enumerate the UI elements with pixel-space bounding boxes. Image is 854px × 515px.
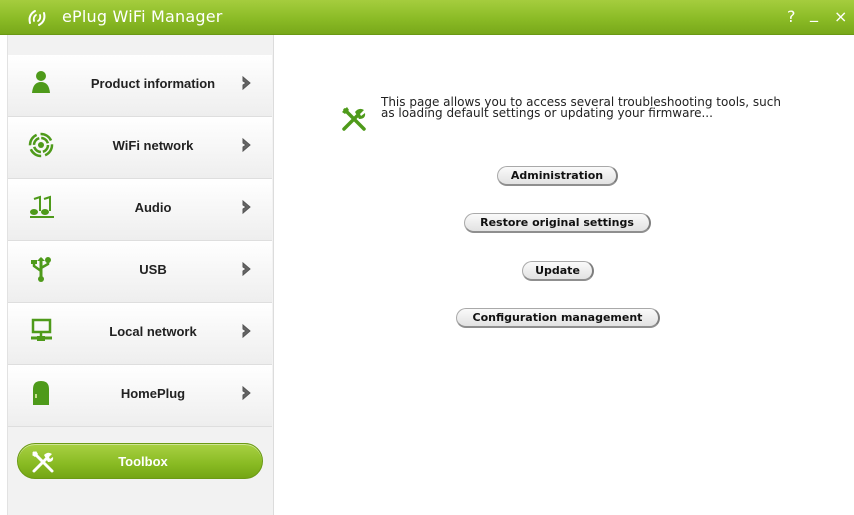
close-button[interactable]: ×	[834, 7, 847, 26]
chevron-right-icon	[240, 383, 254, 403]
sidebar-item-toolbox[interactable]: Toolbox	[17, 443, 263, 479]
sidebar: Product information WiFi network Audio U…	[7, 35, 274, 515]
sidebar-item-audio[interactable]: Audio	[8, 179, 272, 241]
chevron-right-icon	[240, 259, 254, 279]
homeplug-icon	[28, 379, 56, 407]
usb-icon	[28, 255, 56, 283]
sidebar-item-label: HomePlug	[120, 386, 186, 401]
wifi-icon	[28, 131, 56, 159]
title-bar: ePlug WiFi Manager ? _ ×	[0, 0, 854, 35]
sidebar-item-label: Product information	[90, 76, 216, 91]
sidebar-item-label: Local network	[109, 324, 197, 339]
sidebar-item-label: USB	[139, 262, 167, 277]
sidebar-item-label: Audio	[134, 200, 172, 215]
app-title: ePlug WiFi Manager	[62, 7, 223, 26]
sidebar-item-local-network[interactable]: Local network	[8, 303, 272, 365]
wifi-logo-icon	[26, 7, 48, 29]
person-icon	[28, 69, 56, 97]
chevron-right-icon	[240, 197, 254, 217]
sidebar-item-homeplug[interactable]: HomePlug	[8, 365, 272, 427]
music-notes-icon	[28, 193, 56, 221]
help-button[interactable]: ?	[787, 7, 796, 26]
configuration-management-button[interactable]: Configuration management	[456, 308, 660, 328]
update-button[interactable]: Update	[522, 261, 594, 281]
tools-icon	[30, 449, 56, 475]
minimize-button[interactable]: _	[810, 3, 818, 22]
tools-icon	[340, 105, 368, 133]
chevron-right-icon	[240, 135, 254, 155]
chevron-right-icon	[240, 73, 254, 93]
sidebar-item-wifi-network[interactable]: WiFi network	[8, 117, 272, 179]
administration-button[interactable]: Administration	[497, 166, 618, 186]
page-description: This page allows you to access several t…	[381, 95, 781, 120]
restore-original-settings-button[interactable]: Restore original settings	[464, 213, 651, 233]
sidebar-item-label: Toolbox	[118, 454, 168, 469]
sidebar-item-label: WiFi network	[112, 138, 194, 153]
sidebar-item-usb[interactable]: USB	[8, 241, 272, 303]
chevron-right-icon	[240, 321, 254, 341]
computer-network-icon	[28, 317, 56, 345]
sidebar-item-product-information[interactable]: Product information	[8, 55, 272, 117]
